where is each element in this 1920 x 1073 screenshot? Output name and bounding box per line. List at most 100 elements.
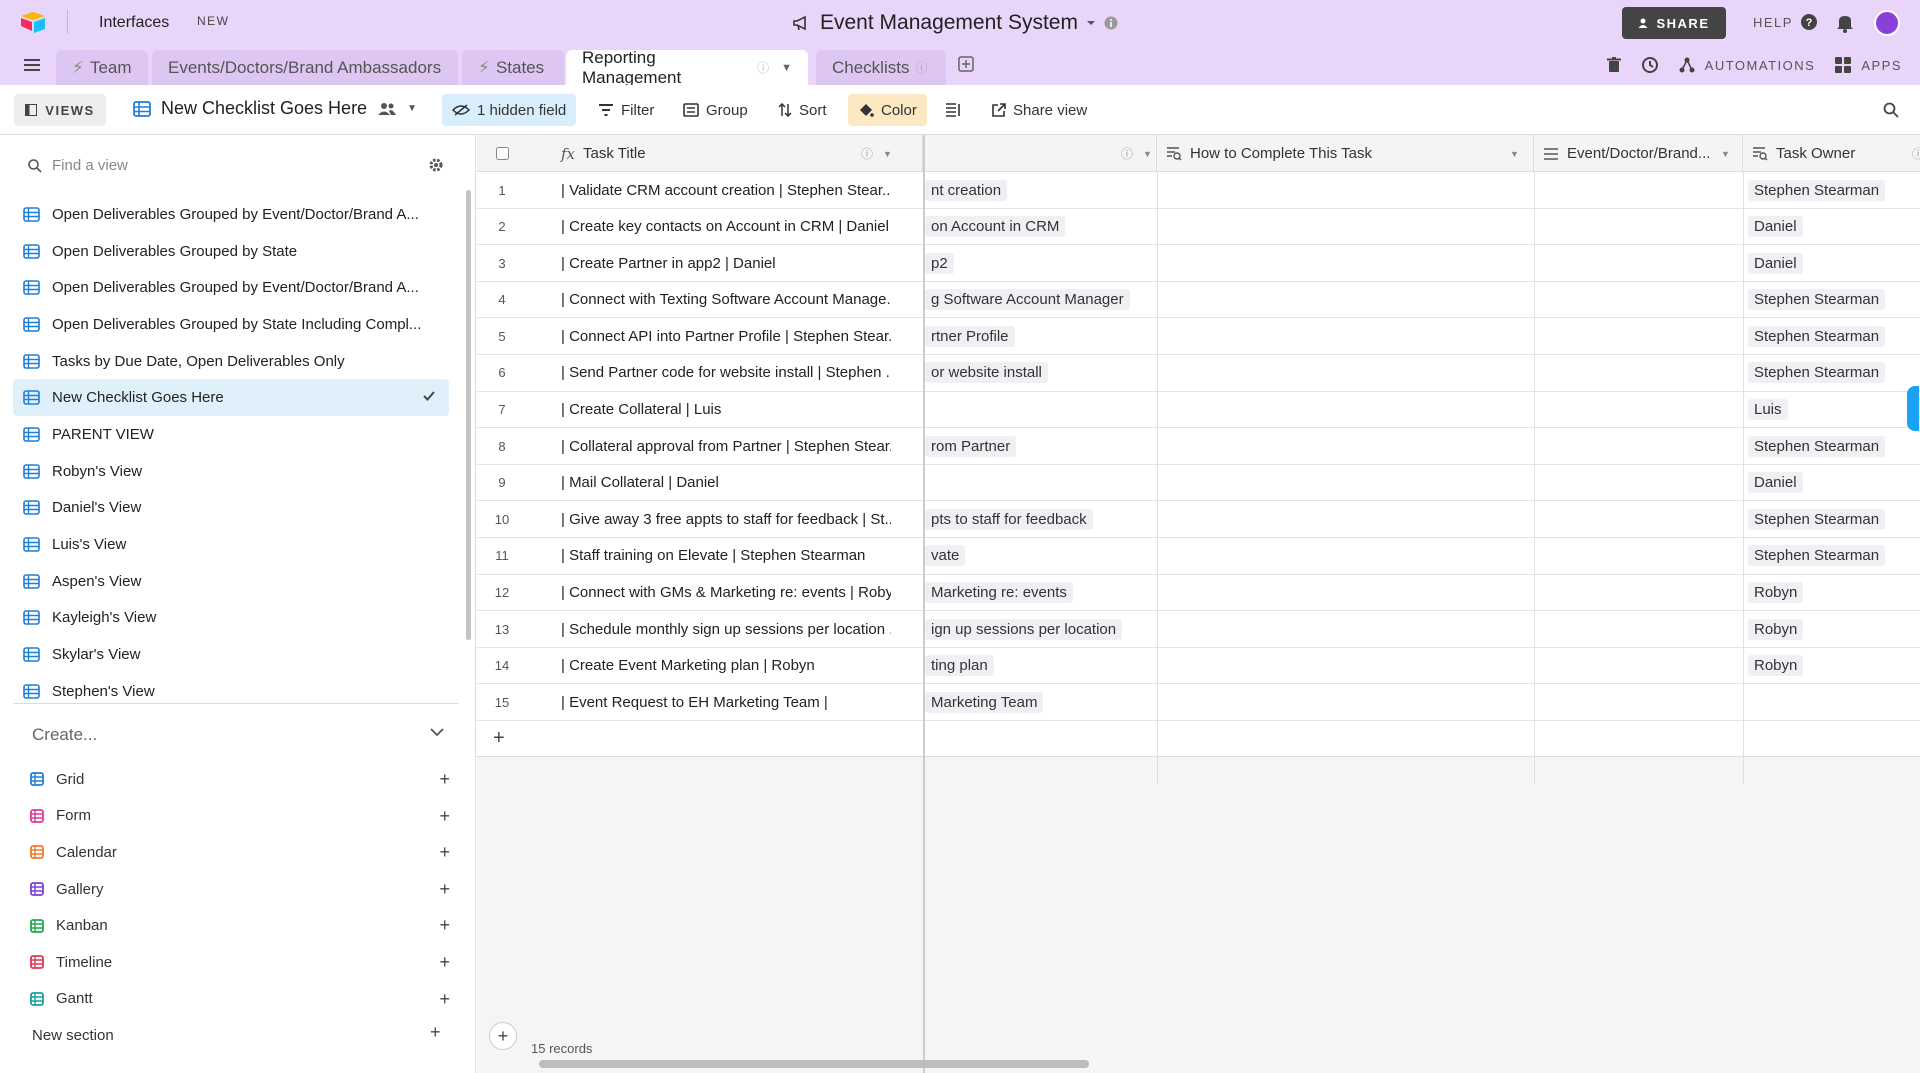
partial-cell[interactable]: rom Partner: [925, 428, 1160, 464]
task-owner-cell[interactable]: Stephen Stearman: [1744, 318, 1920, 354]
find-view-input[interactable]: Find a view: [28, 157, 128, 174]
task-title-cell[interactable]: | Connect with Texting Software Account …: [561, 282, 891, 318]
tab-team[interactable]: ⚡ Team: [56, 50, 148, 85]
gear-icon[interactable]: [428, 157, 444, 173]
view-item[interactable]: Open Deliverables Grouped by State Inclu…: [13, 306, 449, 343]
plus-icon[interactable]: +: [439, 842, 450, 863]
color-button[interactable]: Color: [848, 94, 927, 126]
chevron-down-icon[interactable]: [1086, 19, 1096, 27]
create-section-label[interactable]: Create...: [32, 725, 97, 745]
add-row-button[interactable]: +: [477, 720, 1920, 757]
view-name-switcher[interactable]: New Checklist Goes Here ▼: [133, 98, 417, 119]
partial-cell[interactable]: [925, 392, 1160, 428]
task-owner-cell[interactable]: Stephen Stearman: [1744, 428, 1920, 464]
bell-icon[interactable]: [1836, 13, 1854, 33]
column-header-hidden[interactable]: ⓘ ▼: [925, 135, 1157, 172]
search-icon[interactable]: [1883, 102, 1899, 118]
task-owner-cell[interactable]: [1744, 684, 1920, 720]
plus-icon[interactable]: +: [439, 806, 450, 827]
task-owner-cell[interactable]: Stephen Stearman: [1744, 172, 1920, 208]
base-title-wrap[interactable]: Event Management System: [792, 11, 1118, 35]
chevron-down-icon[interactable]: ▼: [781, 62, 792, 74]
partial-cell[interactable]: [925, 465, 1160, 501]
view-item[interactable]: Luis's View: [13, 526, 449, 563]
new-section-label[interactable]: New section: [32, 1027, 114, 1044]
view-item[interactable]: PARENT VIEW: [13, 416, 449, 453]
table-row[interactable]: 5 | Connect API into Partner Profile | St…: [477, 318, 1920, 355]
create-view-item[interactable]: Gantt +: [30, 981, 450, 1018]
create-view-item[interactable]: Kanban +: [30, 907, 450, 944]
task-title-cell[interactable]: | Create Event Marketing plan | Robyn: [561, 648, 891, 684]
partial-cell[interactable]: rtner Profile: [925, 318, 1160, 354]
plus-icon[interactable]: +: [439, 879, 450, 900]
view-item[interactable]: Tasks by Due Date, Open Deliverables Onl…: [13, 343, 449, 380]
create-view-item[interactable]: Calendar +: [30, 834, 450, 871]
history-icon[interactable]: [1641, 56, 1659, 74]
task-title-cell[interactable]: | Schedule monthly sign up sessions per …: [561, 611, 891, 647]
apps-button[interactable]: APPS: [1861, 58, 1902, 73]
task-owner-cell[interactable]: Stephen Stearman: [1744, 538, 1920, 574]
column-header-how-to-complete[interactable]: How to Complete This Task ▼: [1158, 135, 1534, 172]
task-owner-cell[interactable]: Daniel: [1744, 465, 1920, 501]
menu-icon[interactable]: [24, 58, 40, 72]
task-title-cell[interactable]: | Mail Collateral | Daniel: [561, 465, 891, 501]
partial-cell[interactable]: on Account in CRM: [925, 209, 1160, 245]
plus-icon[interactable]: +: [430, 1022, 441, 1043]
row-height-button[interactable]: [935, 94, 971, 126]
column-header-event[interactable]: Event/Doctor/Brand... ▼: [1535, 135, 1743, 172]
create-view-item[interactable]: Timeline +: [30, 944, 450, 981]
task-owner-cell[interactable]: Robyn: [1744, 611, 1920, 647]
sidebar-scrollbar[interactable]: [466, 190, 471, 640]
views-button[interactable]: VIEWS: [14, 94, 106, 126]
partial-cell[interactable]: g Software Account Manager: [925, 282, 1160, 318]
tab-events[interactable]: Events/Doctors/Brand Ambassadors: [152, 50, 458, 85]
task-owner-cell[interactable]: Robyn: [1744, 648, 1920, 684]
table-row[interactable]: 13 | Schedule monthly sign up sessions pe…: [477, 611, 1920, 648]
partial-cell[interactable]: Marketing Team: [925, 684, 1160, 720]
partial-cell[interactable]: Marketing re: events: [925, 575, 1160, 611]
task-title-cell[interactable]: | Connect API into Partner Profile | Ste…: [561, 318, 891, 354]
partial-cell[interactable]: p2: [925, 245, 1160, 281]
avatar[interactable]: [1874, 10, 1900, 36]
task-owner-cell[interactable]: Robyn: [1744, 575, 1920, 611]
chevron-down-icon[interactable]: ▼: [1143, 149, 1152, 159]
info-icon[interactable]: [1104, 16, 1118, 30]
task-title-cell[interactable]: | Give away 3 free appts to staff for fe…: [561, 501, 891, 537]
chevron-down-icon[interactable]: ▼: [1510, 149, 1519, 159]
tab-states[interactable]: ⚡ States: [462, 50, 564, 85]
automations-icon[interactable]: [1679, 57, 1695, 73]
trash-icon[interactable]: [1606, 57, 1621, 73]
table-row[interactable]: 15 | Event Request to EH Marketing Team |…: [477, 684, 1920, 721]
hidden-fields-button[interactable]: 1 hidden field: [442, 94, 577, 126]
partial-cell[interactable]: vate: [925, 538, 1160, 574]
task-owner-cell[interactable]: Daniel: [1744, 209, 1920, 245]
task-title-cell[interactable]: | Connect with GMs & Marketing re: event…: [561, 575, 891, 611]
task-title-cell[interactable]: | Create Collateral | Luis: [561, 392, 891, 428]
partial-cell[interactable]: pts to staff for feedback: [925, 501, 1160, 537]
create-view-item[interactable]: Gallery +: [30, 871, 450, 908]
filter-button[interactable]: Filter: [588, 94, 664, 126]
select-all-checkbox[interactable]: [477, 135, 527, 172]
tab-checklists[interactable]: Checklists ⓘ: [816, 50, 946, 85]
partial-cell[interactable]: ign up sessions per location: [925, 611, 1160, 647]
view-item[interactable]: New Checklist Goes Here: [13, 379, 449, 417]
plus-icon[interactable]: +: [439, 915, 450, 936]
task-title-cell[interactable]: | Send Partner code for website install …: [561, 355, 891, 391]
table-row[interactable]: 6 | Send Partner code for website install…: [477, 354, 1920, 392]
view-item[interactable]: Open Deliverables Grouped by State: [13, 233, 449, 270]
task-title-cell[interactable]: | Validate CRM account creation | Stephe…: [561, 172, 891, 208]
table-row[interactable]: 3 | Create Partner in app2 | Daniel p2 Dani…: [477, 245, 1920, 282]
task-title-cell[interactable]: | Collateral approval from Partner | Ste…: [561, 428, 891, 464]
task-title-cell[interactable]: | Create Partner in app2 | Daniel: [561, 245, 891, 281]
table-row[interactable]: 4 | Connect with Texting Software Account…: [477, 281, 1920, 319]
column-header-task-title[interactable]: fx Task Title ⓘ ▼: [561, 135, 923, 172]
view-item[interactable]: Aspen's View: [13, 563, 449, 600]
table-row[interactable]: 7 | Create Collateral | Luis Luis: [477, 391, 1920, 429]
view-item[interactable]: Open Deliverables Grouped by Event/Docto…: [13, 269, 449, 306]
table-row[interactable]: 12 | Connect with GMs & Marketing re: eve…: [477, 574, 1920, 612]
column-header-task-owner[interactable]: Task Owner ⓘ: [1744, 135, 1920, 172]
task-title-cell[interactable]: | Create key contacts on Account in CRM …: [561, 209, 891, 245]
table-row[interactable]: 2 | Create key contacts on Account in CRM…: [477, 208, 1920, 246]
interfaces-link[interactable]: Interfaces: [99, 14, 169, 32]
table-row[interactable]: 9 | Mail Collateral | Daniel Daniel: [477, 464, 1920, 502]
